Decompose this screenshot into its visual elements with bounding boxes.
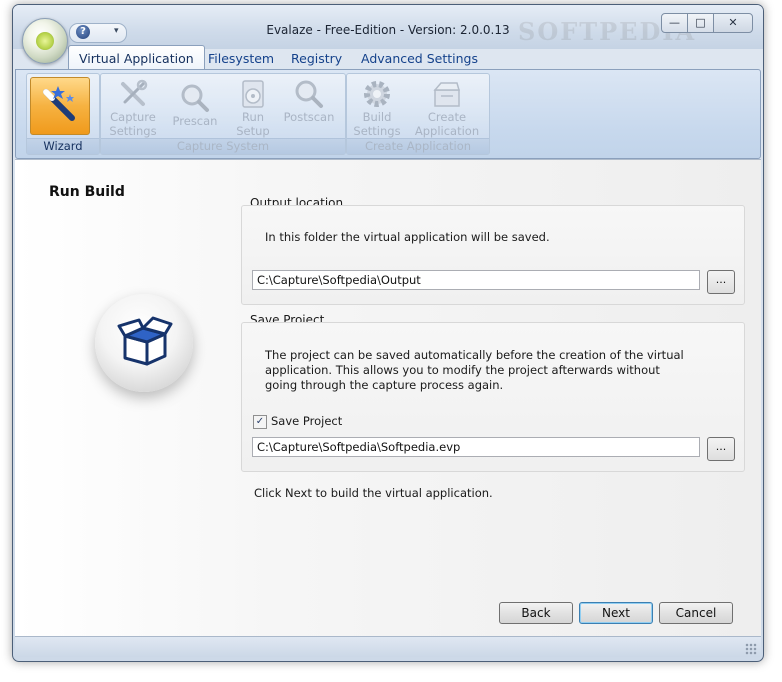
prescan-label: Prescan: [172, 114, 218, 128]
tools-icon: [121, 79, 148, 106]
back-button[interactable]: Back: [499, 602, 573, 624]
magic-wand-icon: [43, 86, 75, 121]
build-settings-button[interactable]: Build Settings: [351, 76, 403, 138]
resize-grip-icon[interactable]: [745, 643, 757, 655]
project-path-input[interactable]: [252, 437, 700, 457]
create-application-group-label: Create Application: [347, 138, 489, 154]
app-window: ? ▾ Evalaze - Free-Edition - Version: 2.…: [12, 4, 764, 662]
output-browse-button[interactable]: ...: [707, 270, 735, 294]
minimize-button[interactable]: —: [661, 13, 688, 33]
tab-registry[interactable]: Registry: [281, 48, 352, 70]
magnifier-icon: [181, 84, 209, 112]
capture-settings-label: Capture Settings: [109, 110, 157, 138]
ribbon-tabs: Virtual Application Filesystem Registry …: [13, 45, 763, 71]
maximize-button[interactable]: □: [687, 13, 714, 33]
save-project-panel: The project can be saved automatically b…: [241, 322, 745, 472]
status-bar: [15, 636, 761, 657]
wizard-content: Run Build Output location In this folder…: [15, 159, 761, 636]
build-orb: [95, 294, 193, 392]
output-location-panel: In this folder the virtual application w…: [241, 205, 745, 305]
capture-system-group: Capture Settings Prescan Run Setup Posts…: [100, 73, 346, 155]
create-application-button[interactable]: Create Application: [411, 76, 483, 138]
wizard-button[interactable]: [30, 77, 90, 135]
page-title: Run Build: [49, 184, 125, 200]
title-bar: ? ▾ Evalaze - Free-Edition - Version: 2.…: [13, 5, 763, 49]
package-icon: [433, 82, 460, 107]
gear-icon: [364, 81, 390, 107]
magnifier-icon: [295, 80, 323, 108]
run-setup-button[interactable]: Run Setup: [227, 76, 279, 138]
tab-virtual-application[interactable]: Virtual Application: [68, 45, 205, 71]
output-location-note: In this folder the virtual application w…: [265, 230, 550, 244]
postscan-button[interactable]: Postscan: [283, 76, 335, 136]
wizard-group: Wizard: [26, 73, 100, 155]
save-project-checkbox-label[interactable]: Save Project: [271, 414, 342, 429]
build-settings-label: Build Settings: [353, 110, 401, 138]
setup-disc-icon: [242, 80, 264, 108]
close-button[interactable]: ✕: [713, 13, 753, 33]
cancel-button[interactable]: Cancel: [659, 602, 733, 624]
postscan-label: Postscan: [283, 110, 335, 124]
create-application-group: Build Settings Create Application Create…: [346, 73, 490, 155]
output-path-input[interactable]: [252, 270, 700, 290]
capture-system-group-label: Capture System: [101, 138, 345, 154]
create-application-label: Create Application: [414, 110, 480, 138]
wizard-group-label: Wizard: [27, 138, 99, 154]
save-project-note: The project can be saved automatically b…: [265, 348, 684, 392]
footer-note: Click Next to build the virtual applicat…: [254, 486, 493, 500]
window-controls: — □ ✕: [661, 13, 753, 33]
next-button[interactable]: Next: [579, 602, 653, 624]
open-box-icon: [117, 316, 173, 366]
capture-settings-button[interactable]: Capture Settings: [107, 76, 159, 138]
application-menu-orb-icon[interactable]: [22, 18, 68, 64]
prescan-button[interactable]: Prescan: [169, 80, 221, 140]
run-setup-label: Run Setup: [236, 110, 270, 138]
tab-filesystem[interactable]: Filesystem: [198, 48, 284, 70]
ribbon: Wizard Capture Settings Prescan Run Setu…: [15, 69, 761, 159]
tab-advanced-settings[interactable]: Advanced Settings: [351, 48, 488, 70]
save-project-checkbox[interactable]: ✓: [253, 415, 267, 429]
project-browse-button[interactable]: ...: [707, 437, 735, 461]
